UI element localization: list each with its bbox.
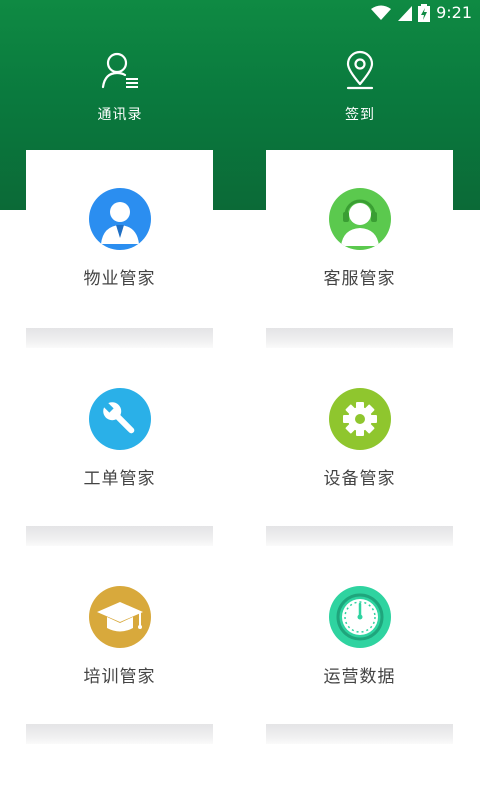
cell-signal-icon — [398, 6, 413, 21]
contacts-icon — [101, 52, 138, 89]
location-pin-icon — [346, 50, 374, 90]
module-label: 培训管家 — [83, 667, 156, 687]
wifi-icon — [371, 5, 392, 20]
dial-icon — [328, 586, 391, 648]
module-label: 客服管家 — [323, 269, 396, 289]
module-property-manager[interactable]: 物业管家 — [26, 150, 213, 328]
card-shadow — [26, 724, 213, 744]
module-label: 设备管家 — [323, 469, 396, 489]
module-customer-service[interactable]: 客服管家 — [266, 150, 453, 328]
clock-time: 9:21 — [436, 3, 472, 22]
module-training[interactable]: 培训管家 — [26, 548, 213, 726]
check-in-button[interactable]: 签到 — [300, 50, 420, 124]
gear-icon — [328, 388, 391, 450]
wrench-icon — [88, 388, 151, 450]
module-operations-data[interactable]: 运营数据 — [266, 548, 453, 726]
card-shadow — [266, 526, 453, 546]
module-label: 工单管家 — [83, 469, 156, 489]
status-bar: 9:21 — [0, 0, 480, 26]
module-label: 物业管家 — [83, 269, 156, 289]
card-shadow — [26, 526, 213, 546]
module-label: 运营数据 — [323, 667, 396, 687]
contacts-button[interactable]: 通讯录 — [60, 50, 180, 124]
card-shadow — [26, 328, 213, 348]
graduation-cap-icon — [88, 586, 151, 648]
module-work-order[interactable]: 工单管家 — [26, 350, 213, 528]
card-shadow — [266, 724, 453, 744]
battery-charging-icon — [418, 4, 431, 22]
card-shadow — [266, 328, 453, 348]
module-equipment[interactable]: 设备管家 — [266, 350, 453, 528]
customer-service-icon — [328, 188, 391, 250]
check-in-label: 签到 — [345, 107, 375, 123]
contacts-label: 通讯录 — [97, 107, 143, 123]
property-manager-icon — [88, 188, 151, 250]
